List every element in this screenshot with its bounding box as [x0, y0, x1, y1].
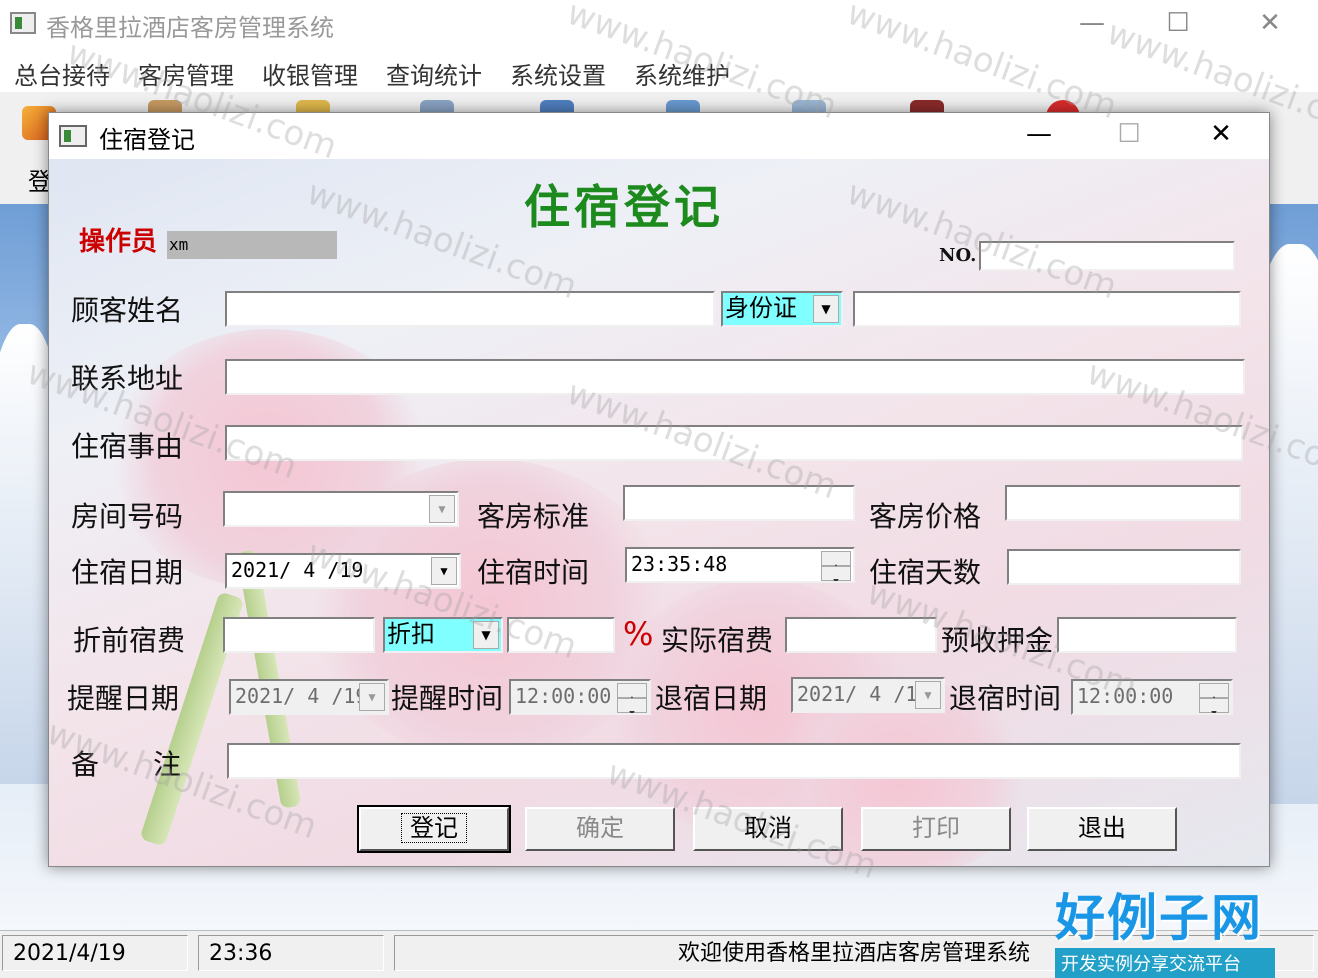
- room-no-select[interactable]: ▼: [223, 491, 459, 527]
- menu-system-maintenance[interactable]: 系统维护: [634, 56, 730, 91]
- chevron-down-icon[interactable]: ▼: [429, 495, 455, 523]
- exit-button[interactable]: 退出: [1027, 807, 1177, 851]
- remind-time-value: 12:00:00: [515, 684, 612, 708]
- room-price-label: 客房价格: [869, 500, 982, 533]
- dialog-maximize-button[interactable]: ☐: [1109, 121, 1149, 147]
- brand-name: 好例子网: [1055, 888, 1263, 947]
- remind-date-value: 2021/ 4 /19: [235, 684, 368, 708]
- remind-date-picker[interactable]: 2021/ 4 /19 ▼: [229, 679, 389, 715]
- discount-field[interactable]: [507, 617, 615, 653]
- stay-date-value: 2021/ 4 /19: [231, 558, 364, 582]
- menu-front-desk[interactable]: 总台接待: [14, 56, 110, 91]
- dialog-icon: [59, 125, 87, 147]
- dialog-titlebar: 住宿登记 — ☐ ✕: [49, 113, 1269, 159]
- deposit-field[interactable]: [1057, 617, 1237, 653]
- registration-dialog: 住宿登记 — ☐ ✕ 住宿登记 操作员 xm NO. 顾客姓名 身份证 ▼ 联系…: [48, 112, 1270, 867]
- actual-fee-field[interactable]: [785, 617, 937, 653]
- address-label: 联系地址: [71, 362, 184, 395]
- stay-time-value: 23:35:48: [631, 552, 728, 576]
- spin-down-icon[interactable]: ▼: [821, 566, 851, 581]
- register-button-label: 登记: [401, 813, 467, 843]
- checkout-date-value: 2021/ 4 /19: [797, 682, 930, 706]
- status-date: 2021/4/19: [2, 935, 188, 971]
- stay-time-field[interactable]: 23:35:48 ▲ ▼: [625, 547, 855, 583]
- id-type-select[interactable]: 身份证 ▼: [721, 291, 843, 327]
- reason-field[interactable]: [225, 425, 1243, 461]
- chevron-down-icon[interactable]: ▼: [431, 557, 457, 585]
- remark-field[interactable]: [227, 743, 1241, 779]
- menubar: 总台接待 客房管理 收银管理 查询统计 系统设置 系统维护: [0, 48, 1318, 93]
- checkout-time-label: 退宿时间: [949, 682, 1062, 715]
- customer-name-field[interactable]: [225, 291, 715, 327]
- actual-fee-label: 实际宿费: [661, 624, 774, 657]
- room-no-label: 房间号码: [71, 500, 184, 533]
- close-button[interactable]: ✕: [1250, 10, 1290, 36]
- reason-label: 住宿事由: [71, 430, 184, 463]
- checkout-date-label: 退宿日期: [655, 682, 768, 715]
- operator-value: xm: [167, 231, 337, 259]
- pre-discount-fee-field[interactable]: [223, 617, 375, 653]
- chevron-down-icon[interactable]: ▼: [359, 683, 385, 711]
- dialog-close-button[interactable]: ✕: [1201, 121, 1241, 147]
- operator-label: 操作员: [79, 227, 158, 257]
- cancel-button[interactable]: 取消: [693, 807, 843, 851]
- id-number-field[interactable]: [853, 291, 1241, 327]
- percent-label: %: [623, 615, 654, 653]
- app-icon: [10, 12, 36, 34]
- stay-time-label: 住宿时间: [477, 556, 590, 589]
- checkout-date-picker[interactable]: 2021/ 4 /19 ▼: [791, 677, 945, 713]
- stay-days-label: 住宿天数: [869, 556, 982, 589]
- remind-time-label: 提醒时间: [391, 682, 504, 715]
- dialog-minimize-button[interactable]: —: [1019, 121, 1059, 147]
- spin-up-icon[interactable]: ▲: [1199, 683, 1229, 704]
- room-price-field[interactable]: [1005, 485, 1241, 521]
- chevron-down-icon[interactable]: ▼: [915, 681, 941, 709]
- chevron-down-icon[interactable]: ▼: [473, 621, 499, 649]
- remind-date-label: 提醒日期: [67, 682, 180, 715]
- confirm-button[interactable]: 确定: [525, 807, 675, 851]
- status-time: 23:36: [198, 935, 384, 971]
- dialog-title: 住宿登记: [99, 126, 195, 154]
- chevron-down-icon[interactable]: ▼: [813, 295, 839, 323]
- spin-up-icon[interactable]: ▲: [821, 551, 851, 572]
- room-standard-label: 客房标准: [477, 500, 590, 533]
- checkout-time-value: 12:00:00: [1077, 684, 1174, 708]
- menu-room-management[interactable]: 客房管理: [138, 56, 234, 91]
- customer-name-label: 顾客姓名: [71, 294, 184, 327]
- print-button[interactable]: 打印: [861, 807, 1011, 851]
- stay-days-field[interactable]: [1007, 549, 1241, 585]
- app-title: 香格里拉酒店客房管理系统: [46, 14, 334, 42]
- no-field[interactable]: [979, 241, 1235, 271]
- main-titlebar: 香格里拉酒店客房管理系统 — ☐ ✕: [0, 0, 1318, 48]
- remind-time-field[interactable]: 12:00:00 ▲ ▼: [509, 679, 651, 715]
- register-button[interactable]: 登记: [357, 805, 511, 853]
- maximize-button[interactable]: ☐: [1158, 10, 1198, 36]
- remark-label-1: 备: [71, 748, 100, 781]
- form-heading: 住宿登记: [524, 180, 724, 234]
- remark-label-2: 注: [153, 748, 182, 781]
- minimize-button[interactable]: —: [1072, 10, 1112, 36]
- address-field[interactable]: [225, 359, 1245, 395]
- spin-up-icon[interactable]: ▲: [617, 683, 647, 704]
- deposit-label: 预收押金: [941, 624, 1054, 657]
- checkout-time-field[interactable]: 12:00:00 ▲ ▼: [1071, 679, 1233, 715]
- spin-down-icon[interactable]: ▼: [1199, 698, 1229, 713]
- discount-type-value: 折扣: [387, 620, 435, 648]
- dialog-body: 住宿登记 操作员 xm NO. 顾客姓名 身份证 ▼ 联系地址 住宿事由 房间号…: [49, 159, 1269, 866]
- discount-type-select[interactable]: 折扣 ▼: [383, 617, 503, 653]
- menu-query-statistics[interactable]: 查询统计: [386, 56, 482, 91]
- id-type-value: 身份证: [725, 294, 797, 322]
- menu-system-settings[interactable]: 系统设置: [510, 56, 606, 91]
- stay-date-picker[interactable]: 2021/ 4 /19 ▼: [225, 553, 461, 589]
- spin-down-icon[interactable]: ▼: [617, 698, 647, 713]
- room-standard-field[interactable]: [623, 485, 855, 521]
- brand-watermark: 好例子网 开发实例分享交流平台: [1055, 878, 1275, 978]
- stay-date-label: 住宿日期: [71, 556, 184, 589]
- menu-cashier[interactable]: 收银管理: [262, 56, 358, 91]
- pre-discount-fee-label: 折前宿费: [73, 624, 186, 657]
- no-label: NO.: [939, 245, 977, 266]
